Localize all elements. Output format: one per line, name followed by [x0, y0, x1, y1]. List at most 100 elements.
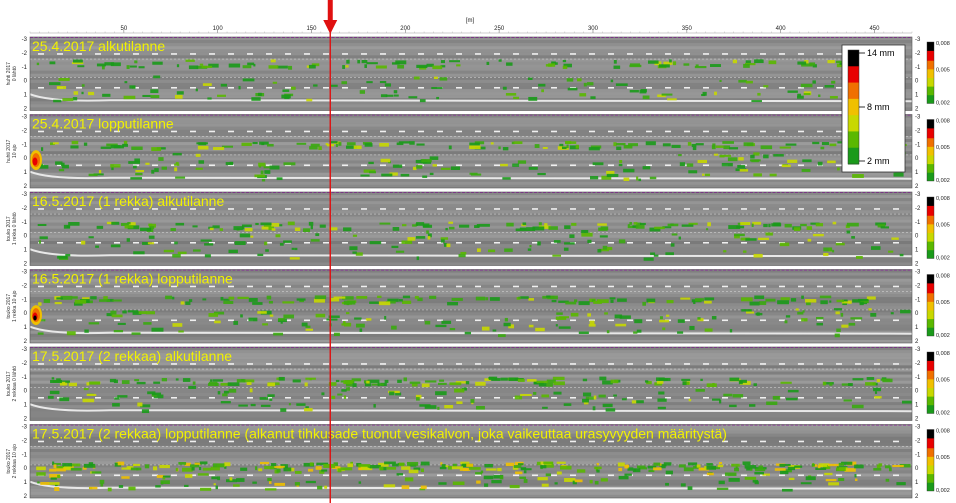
rut-blotch [82, 398, 95, 403]
panel-texture [30, 452, 912, 456]
rut-blotch [288, 65, 293, 70]
colorbar-label: 0,005 [936, 223, 950, 229]
rut-blotch [55, 468, 66, 472]
rut-blotch [751, 223, 754, 227]
rut-blotch [765, 298, 776, 302]
rut-blotch [616, 146, 622, 151]
lane-marking [855, 363, 861, 365]
lane-marking [532, 53, 538, 55]
rut-blotch [213, 483, 216, 486]
rut-blotch [213, 147, 225, 151]
lane-marking [304, 363, 310, 365]
lane-marking [76, 86, 82, 89]
lane-marking [817, 440, 823, 443]
lane-marking [380, 130, 386, 133]
rut-blotch [258, 468, 263, 472]
lane-marking [703, 86, 709, 89]
lane-marking [589, 208, 595, 210]
rut-blotch [527, 77, 533, 80]
rut-blotch [502, 177, 511, 180]
rut-blotch [717, 464, 724, 468]
rut-blotch [161, 166, 167, 170]
lane-marking [836, 164, 842, 167]
rut-blotch [77, 65, 85, 68]
rut-blotch [136, 381, 146, 385]
top-axis: [m]50 100 150 200 250 300 350 400 450 [29, 18, 913, 34]
rut-blotch [117, 395, 128, 398]
lane-marking [817, 130, 823, 133]
rut-blotch [416, 397, 420, 401]
lane-marking [532, 363, 538, 365]
rut-blotch [671, 233, 678, 236]
lane-marking [798, 285, 804, 288]
rut-blotch [415, 236, 426, 239]
y-tick-label: 1 [24, 480, 28, 486]
lane-marking [570, 285, 576, 288]
lane-marking [171, 53, 177, 55]
panel-title: 17.5.2017 (2 rekkaa) alkutilanne [32, 348, 232, 364]
rut-blotch [817, 465, 821, 469]
lane-marking [646, 86, 652, 89]
rut-blotch [678, 236, 681, 240]
rut-blotch [197, 473, 209, 476]
rut-blotch [274, 482, 286, 486]
lane-marking [741, 319, 747, 322]
panel-texture [30, 210, 912, 214]
rut-blotch [278, 376, 285, 381]
rut-blotch [90, 296, 97, 300]
lane-marking [285, 474, 291, 477]
rut-blotch [590, 96, 596, 100]
panel-title: 17.5.2017 (2 rekkaa) lopputilanne (alkan… [32, 426, 727, 442]
rut-blotch [592, 162, 604, 166]
rut-blotch [596, 462, 599, 466]
rut-blotch [308, 221, 314, 226]
y-tick-label: -1 [22, 65, 28, 71]
y-tick-label: -3 [22, 37, 28, 43]
rut-blotch [536, 380, 548, 384]
y-tick-label: -1 [22, 375, 28, 381]
side-label-line: 0 lähtö [12, 66, 18, 81]
lane-marking [513, 474, 519, 477]
rut-blotch [884, 465, 891, 469]
rut-blotch [534, 144, 540, 148]
lane-marking [627, 396, 633, 399]
lane-marking [779, 53, 785, 55]
rut-blotch [563, 247, 569, 251]
rut-blotch [772, 395, 781, 400]
rut-blotch [223, 300, 234, 304]
colorbar-label: 0,002 [936, 255, 950, 261]
panel-texture [30, 151, 912, 155]
y-tick-label: 0 [24, 156, 28, 162]
x-tick-label: 200 [400, 26, 411, 32]
rut-blotch [148, 223, 153, 227]
lane-marking [38, 86, 44, 89]
rut-blotch [184, 474, 193, 478]
y-tick-label-right: -3 [915, 270, 921, 276]
rut-blotch [310, 143, 320, 147]
y-tick-label: -3 [22, 347, 28, 353]
lane-marking [418, 363, 424, 365]
rut-blotch [287, 221, 295, 226]
rut-blotch [609, 297, 616, 300]
rut-blotch [217, 94, 226, 97]
rut-blotch [268, 300, 273, 304]
panels: -3 -3-2 -2-1 -10 01 12 2huhti 2017 0 lähtö25.4.… [6, 36, 950, 500]
lane-marking [874, 208, 880, 210]
lane-marking [855, 319, 861, 322]
lane-marking [817, 86, 823, 89]
rut-blotch [184, 484, 189, 487]
rut-blotch [816, 316, 824, 320]
rut-blotch [74, 299, 87, 304]
lane-marking [684, 241, 690, 244]
lane-marking [228, 319, 234, 322]
lane-marking [760, 130, 766, 133]
rut-blotch [124, 81, 128, 84]
lane-marking [342, 86, 348, 89]
rut-blotch [593, 395, 597, 400]
rut-blotch [110, 244, 121, 248]
lane-marking [855, 241, 861, 244]
lane-marking [418, 53, 424, 55]
rut-blotch [629, 89, 639, 93]
lane-marking [456, 474, 462, 477]
rut-blotch [318, 146, 322, 151]
